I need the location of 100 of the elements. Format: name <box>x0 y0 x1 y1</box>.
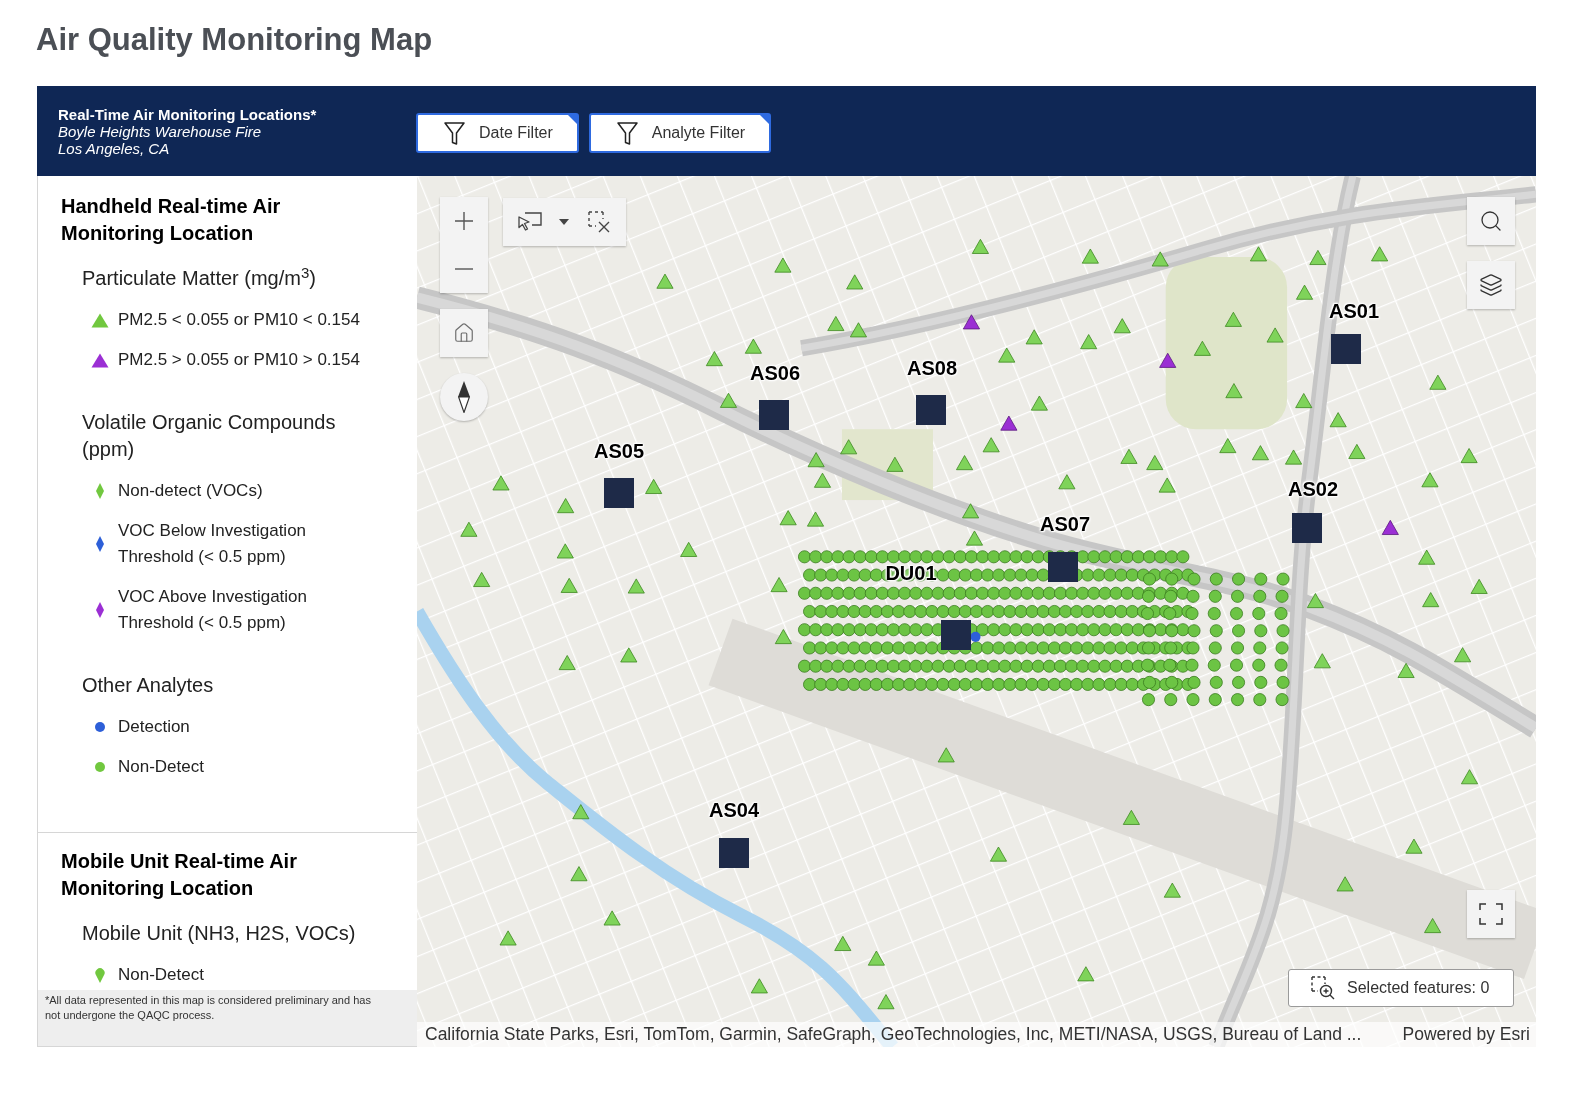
station-label: AS07 <box>1040 513 1090 535</box>
triangle-marker <box>989 846 1007 862</box>
triangle-marker <box>1295 393 1313 409</box>
triangle-marker <box>1470 578 1488 594</box>
layers-icon <box>1479 273 1503 297</box>
legend-group-title: Particulate Matter (mg/m$^{3}$) <box>82 265 317 291</box>
triangle-marker <box>971 238 989 254</box>
triangle-marker <box>680 541 698 557</box>
disclaimer-note: *All data represented in this map is considered preliminary and has not undergone the QAQC process. <box>45 993 372 1023</box>
legend-label: VOC Above Investigation Threshold (< 0.5 ppm) <box>118 586 308 634</box>
triangle-marker <box>1381 519 1399 535</box>
triangle-marker <box>1080 334 1098 350</box>
header-subtitle: Los Angeles, CA <box>58 140 170 157</box>
station-label: AS08 <box>907 357 957 379</box>
dot-marker <box>970 631 981 642</box>
triangle-marker <box>645 478 663 494</box>
triangle-marker <box>620 647 638 663</box>
triangle-marker <box>774 629 792 645</box>
triangle-marker <box>1424 918 1442 934</box>
triangle-marker <box>627 578 645 594</box>
triangle-marker <box>846 274 864 290</box>
triangle-marker <box>840 439 858 455</box>
legend-label: Non-Detect <box>118 964 205 986</box>
triangle-marker <box>1249 246 1267 262</box>
station-square-icon <box>1292 513 1322 543</box>
legend-group-title: Other Analytes <box>82 673 215 698</box>
triangle-marker <box>558 655 576 671</box>
triangle-marker <box>460 521 478 537</box>
triangle-marker <box>814 472 831 488</box>
station-label: AS01 <box>1329 300 1379 322</box>
triangle-marker <box>834 935 852 951</box>
station-label: AS04 <box>709 799 759 821</box>
station-square-icon <box>916 395 946 425</box>
filter-button[interactable]: Date Filter <box>416 113 579 153</box>
triangle-marker <box>1225 383 1243 399</box>
fullscreen-button[interactable] <box>1467 890 1515 938</box>
triangle-marker <box>1158 477 1176 493</box>
triangle-marker <box>1405 838 1423 854</box>
legend-label: Detection <box>118 716 191 738</box>
fullscreen-icon <box>1479 903 1503 925</box>
triangle-marker <box>1025 329 1043 345</box>
triangle-marker <box>556 543 574 559</box>
layers-button[interactable] <box>1467 261 1515 309</box>
triangle-marker <box>1296 284 1314 300</box>
triangle-marker <box>603 910 621 926</box>
triangle-marker <box>1122 809 1140 825</box>
triangle-marker <box>572 804 590 820</box>
minus-icon <box>455 268 473 270</box>
triangle-marker <box>1329 412 1347 428</box>
triangle-marker <box>982 437 1000 453</box>
search-icon <box>1479 209 1503 233</box>
station-square-icon <box>759 400 789 430</box>
station-label: DU01 <box>885 562 937 584</box>
triangle-marker <box>1224 311 1242 327</box>
station-square-icon <box>719 838 749 868</box>
triangle-marker <box>1193 340 1211 356</box>
triangle-marker <box>1313 653 1331 669</box>
triangle-marker <box>1460 448 1478 464</box>
triangle-marker <box>1418 549 1436 565</box>
triangle-marker <box>1251 445 1269 461</box>
legend-group-title: Volatile Organic Compounds (ppm) <box>82 410 337 462</box>
triangle-marker <box>1429 374 1447 390</box>
selected-features-button[interactable]: Selected features: 0 <box>1288 969 1514 1007</box>
triangle-marker <box>560 577 578 593</box>
triangle-marker <box>570 866 588 882</box>
legend-label: Non-detect (VOCs) <box>118 480 264 502</box>
triangle-marker <box>1306 593 1324 609</box>
home-button[interactable] <box>440 309 488 357</box>
triangle-marker <box>956 455 974 471</box>
home-icon <box>453 322 475 344</box>
triangle-marker <box>1266 327 1284 343</box>
triangle-marker <box>1146 455 1164 471</box>
triangle-marker <box>473 571 491 587</box>
filter-button[interactable]: Analyte Filter <box>588 113 772 153</box>
corner-flag-icon <box>567 115 577 124</box>
triangle-marker <box>1120 448 1138 464</box>
triangle-marker <box>877 994 895 1010</box>
dashed-square-x-icon <box>588 211 611 233</box>
page-title: Air Quality Monitoring Map <box>36 21 433 59</box>
triangle-marker <box>1454 647 1472 663</box>
plus-icon <box>455 212 473 230</box>
zoom-in-button[interactable] <box>440 197 488 245</box>
triangle-marker <box>966 530 983 546</box>
triangle-marker <box>744 338 762 354</box>
triangle-marker <box>774 257 792 273</box>
station-square-icon <box>1048 552 1078 582</box>
caret-icon <box>559 219 570 225</box>
triangle-marker <box>499 930 517 946</box>
triangle-marker <box>1421 472 1439 488</box>
triangle-marker <box>827 316 845 331</box>
triangle-marker <box>1077 966 1095 982</box>
station-label: AS02 <box>1288 478 1338 500</box>
triangle-marker <box>1113 318 1131 334</box>
attribution-text: California State Parks, Esri, TomTom, Garmin, SafeGraph, GeoTechnologies, Inc, METI/NASA, USGS, Bureau of Land ... <box>425 1023 1362 1047</box>
dashed-zoom-icon <box>1311 976 1335 1000</box>
triangle-marker <box>1159 352 1177 368</box>
powered-by-text: Powered by Esri <box>1402 1023 1530 1047</box>
search-button[interactable] <box>1467 197 1515 245</box>
legend-label: PM2.5 > 0.055 or PM10 > 0.154 <box>118 349 361 371</box>
station-square-icon <box>941 620 971 650</box>
